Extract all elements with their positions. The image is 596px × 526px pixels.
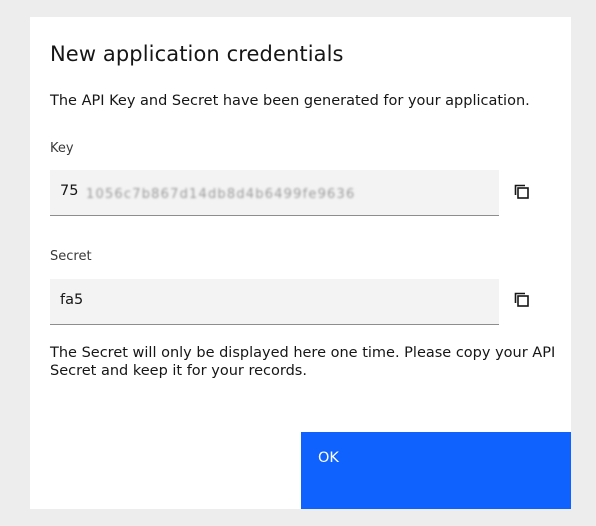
copy-key-button[interactable]: [508, 178, 536, 206]
key-value-obscured: 1056c7b867d14db8d4b6499fe9636: [86, 187, 356, 202]
ok-button[interactable]: OK: [301, 432, 571, 509]
credentials-dialog: New application credentials The API Key …: [30, 17, 571, 509]
dialog-description: The API Key and Secret have been generat…: [50, 93, 530, 109]
one-time-notice: The Secret will only be displayed here o…: [50, 345, 556, 379]
secret-label: Secret: [50, 249, 92, 264]
key-value: 75: [60, 183, 79, 199]
key-field[interactable]: 75 1056c7b867d14db8d4b6499fe9636: [50, 170, 499, 216]
secret-field[interactable]: fa5: [50, 279, 499, 325]
secret-value: fa5: [60, 292, 84, 308]
dialog-title: New application credentials: [50, 42, 344, 66]
key-label: Key: [50, 141, 74, 156]
copy-icon: [514, 184, 529, 199]
copy-icon: [514, 292, 529, 307]
copy-secret-button[interactable]: [508, 286, 536, 314]
